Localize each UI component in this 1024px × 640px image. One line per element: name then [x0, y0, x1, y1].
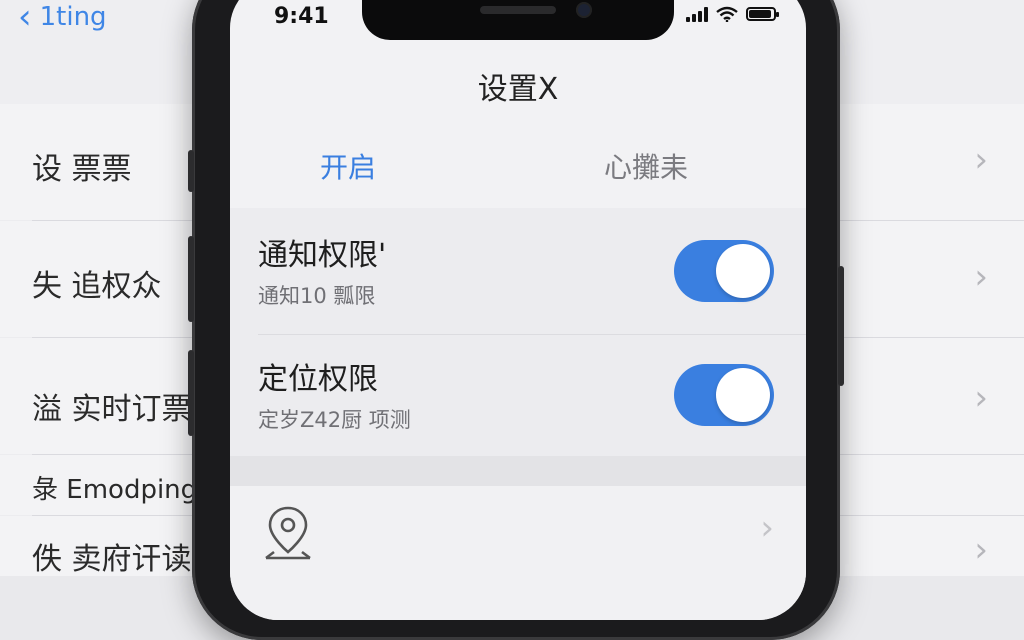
- chevron-right-icon: ›: [974, 140, 988, 180]
- battery-icon: [746, 7, 779, 21]
- toggle-knob: [716, 368, 770, 422]
- phone-side-button: [838, 266, 844, 386]
- back-button[interactable]: ‹ 1ting: [18, 0, 107, 37]
- chevron-right-icon: ›: [974, 530, 988, 570]
- permission-title: 定位权限: [258, 362, 378, 397]
- permission-subtitle: 定岁Z42厨 项测: [258, 408, 411, 432]
- chevron-right-icon: ›: [760, 508, 774, 548]
- permissions-card: 通知权限' 通知10 瓢限 定位权限 定岁Z42厨 项测: [230, 208, 806, 456]
- permission-title: 通知权限': [258, 238, 387, 273]
- phone-side-button: [188, 350, 194, 436]
- background-row-label: 彔 Emodping: [32, 475, 198, 505]
- background-row-label: 设 票票: [32, 152, 132, 187]
- background-row-label: 失 追权众: [32, 269, 162, 304]
- location-toggle[interactable]: [674, 364, 774, 426]
- status-icons: [686, 6, 779, 22]
- toggle-knob: [716, 244, 770, 298]
- camera-icon: [576, 2, 592, 18]
- background-row-label: 溢 实时订票: [32, 392, 192, 427]
- page-title: 设置X: [477, 72, 559, 107]
- tab-other[interactable]: 心攤耒: [604, 146, 688, 186]
- wifi-icon: [716, 6, 738, 22]
- chevron-right-icon: ›: [974, 378, 988, 418]
- phone-side-button: [188, 236, 194, 322]
- permission-row-notification: 通知权限' 通知10 瓢限: [230, 208, 806, 335]
- notch: [362, 0, 674, 40]
- speaker: [480, 6, 556, 14]
- location-row[interactable]: ›: [230, 486, 806, 620]
- segmented-tabs: 开启 心攤耒: [230, 128, 806, 208]
- chevron-right-icon: ›: [974, 257, 988, 297]
- status-time: 9:41: [274, 4, 329, 29]
- background-row-label: 佚 卖府讦读: [32, 542, 192, 577]
- permission-row-location: 定位权限 定岁Z42厨 项测: [230, 332, 806, 452]
- section-gap: [230, 456, 806, 486]
- back-label: 1ting: [39, 2, 107, 32]
- notification-toggle[interactable]: [674, 240, 774, 302]
- signal-icon: [686, 6, 708, 22]
- permission-subtitle: 通知10 瓢限: [258, 284, 376, 308]
- location-pin-icon: [265, 506, 311, 560]
- chevron-left-icon: ‹: [18, 0, 32, 37]
- phone-screen: 9:41 设置X 开启 心攤耒 通知权限' 通知10 瓢限 定位权限 定岁Z42…: [230, 0, 806, 620]
- phone-side-button: [188, 150, 194, 192]
- tab-enable[interactable]: 开启: [320, 146, 376, 186]
